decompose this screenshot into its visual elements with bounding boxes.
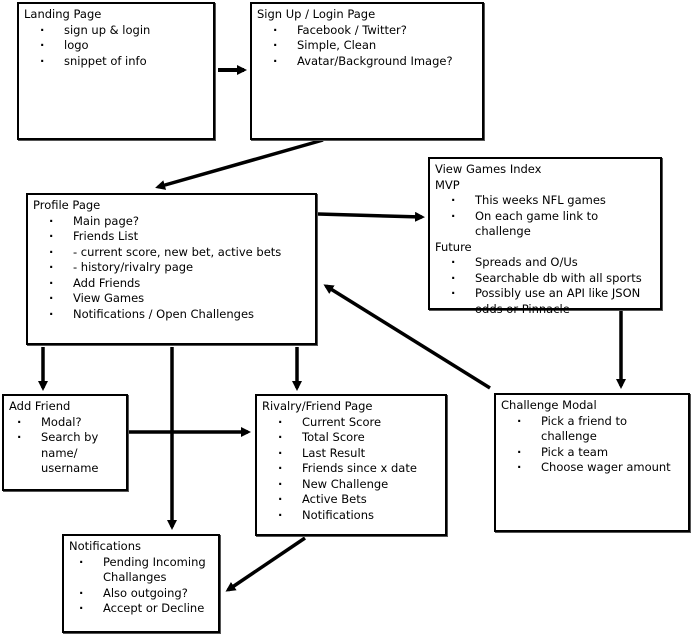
- node-item: - current score, new bet, active bets: [45, 245, 310, 261]
- node-title: View Games Index: [435, 162, 542, 176]
- node-signup-login-page: Sign Up / Login Page Facebook / Twitter?…: [250, 2, 484, 140]
- node-profile-page: Profile Page Main page? Friends List - c…: [26, 193, 317, 345]
- node-item: Spreads and O/Us: [447, 255, 655, 271]
- node-item: Modal?: [13, 415, 121, 431]
- node-item: Main page?: [45, 214, 310, 230]
- node-item-list-future: Spreads and O/Us Searchable db with all …: [435, 255, 655, 317]
- node-item-list: Pick a friend to challenge Pick a team C…: [501, 414, 683, 476]
- node-title: Profile Page: [33, 198, 101, 212]
- edge-rivalry-to-notifications: [225, 536, 306, 592]
- node-item: Active Bets: [274, 492, 440, 508]
- node-item: sign up & login: [36, 23, 208, 39]
- node-item: snippet of info: [36, 54, 208, 70]
- node-item-list-mvp: This weeks NFL games On each game link t…: [435, 193, 655, 240]
- node-add-friend: Add Friend Modal? Search by name/ userna…: [2, 394, 128, 491]
- node-item: Friends since x date: [274, 461, 440, 477]
- node-item: Notifications: [274, 508, 440, 524]
- node-item: Add Friends: [45, 276, 310, 292]
- node-item-list: Current Score Total Score Last Result Fr…: [262, 415, 440, 524]
- section-label-future: Future: [435, 239, 472, 254]
- node-item: Friends List: [45, 229, 310, 245]
- edge-profile-to-games: [317, 211, 425, 222]
- node-view-games-index: View Games Index MVP This weeks NFL game…: [428, 157, 662, 316]
- node-item: New Challenge: [274, 477, 440, 493]
- node-item-list: Facebook / Twitter? Simple, Clean Avatar…: [257, 23, 477, 70]
- node-item: View Games: [45, 291, 310, 307]
- node-item: Possibly use an API like JSON odds or Pi…: [447, 286, 655, 317]
- node-item: Facebook / Twitter?: [269, 23, 477, 39]
- node-item-list: Modal? Search by name/ username: [9, 415, 121, 477]
- node-item: Also outgoing?: [75, 586, 213, 602]
- node-item: Search by name/ username: [13, 430, 121, 477]
- node-item: This weeks NFL games: [447, 193, 655, 209]
- node-item: Simple, Clean: [269, 38, 477, 54]
- flow-diagram: Landing Page sign up & login logo snippe…: [0, 0, 693, 639]
- node-challenge-modal: Challenge Modal Pick a friend to challen…: [494, 393, 690, 532]
- node-item: Pick a friend to challenge: [513, 414, 683, 445]
- node-item: - history/rivalry page: [45, 260, 310, 276]
- node-item-list: Pending Incoming Challanges Also outgoin…: [69, 555, 213, 617]
- node-item-list: Main page? Friends List - current score,…: [33, 214, 310, 323]
- node-title: Challenge Modal: [501, 398, 597, 412]
- node-item: On each game link to challenge: [447, 209, 655, 240]
- node-title: Add Friend: [9, 399, 71, 413]
- node-item: Pick a team: [513, 445, 683, 461]
- node-title: Landing Page: [24, 7, 102, 21]
- node-rivalry-friend-page: Rivalry/Friend Page Current Score Total …: [255, 394, 447, 536]
- node-title: Rivalry/Friend Page: [262, 399, 373, 413]
- node-notifications: Notifications Pending Incoming Challange…: [62, 534, 220, 633]
- node-item: Notifications / Open Challenges: [45, 307, 310, 323]
- node-item: Avatar/Background Image?: [269, 54, 477, 70]
- node-item: Accept or Decline: [75, 601, 213, 617]
- node-landing-page: Landing Page sign up & login logo snippe…: [17, 2, 215, 140]
- node-item: Last Result: [274, 446, 440, 462]
- node-item-list: sign up & login logo snippet of info: [24, 23, 208, 70]
- node-title: Sign Up / Login Page: [257, 7, 376, 21]
- node-item: Total Score: [274, 430, 440, 446]
- node-title: Notifications: [69, 539, 141, 553]
- node-item: Current Score: [274, 415, 440, 431]
- section-label-mvp: MVP: [435, 177, 460, 192]
- node-item: logo: [36, 38, 208, 54]
- edge-signup-to-profile: [155, 138, 324, 190]
- node-item: Pending Incoming Challanges: [75, 555, 213, 586]
- node-item: Choose wager amount: [513, 460, 683, 476]
- node-item: Searchable db with all sports: [447, 271, 655, 287]
